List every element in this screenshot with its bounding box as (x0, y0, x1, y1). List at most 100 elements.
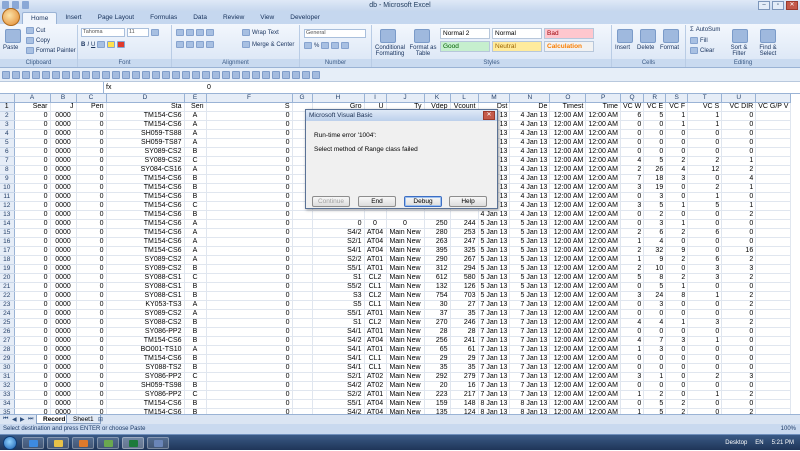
toolbar-icon[interactable] (312, 70, 320, 79)
column-header[interactable]: L (450, 94, 479, 103)
column-header[interactable]: T (687, 94, 723, 103)
cell[interactable]: 12:00 AM (549, 129, 587, 139)
cell[interactable]: 0 (643, 327, 667, 337)
last-sheet-icon[interactable]: ⏭ (28, 416, 33, 423)
cell[interactable]: Main New (386, 336, 425, 346)
cell[interactable]: 280 (424, 228, 451, 238)
taskbar-ie[interactable] (22, 437, 44, 449)
toolbar-icon[interactable] (232, 70, 240, 79)
cell[interactable]: 0 (206, 336, 293, 346)
cell[interactable]: 0 (206, 273, 293, 283)
cell[interactable]: 0000 (50, 390, 77, 400)
row-header[interactable]: 11 (0, 192, 15, 202)
cell[interactable]: 12 (687, 165, 723, 175)
cell[interactable]: 29 (424, 354, 451, 364)
cell[interactable]: 0 (206, 282, 293, 292)
cell[interactable] (755, 399, 792, 409)
decrease-decimal-icon[interactable] (341, 42, 350, 49)
cell[interactable]: S5/1 (312, 309, 365, 319)
cell[interactable]: S4/1 (312, 363, 365, 373)
header-cell[interactable]: VC S (687, 102, 723, 112)
cell[interactable]: 2 (721, 165, 757, 175)
row-header[interactable]: 14 (0, 219, 15, 229)
cell[interactable]: 0 (14, 201, 51, 211)
cell[interactable] (755, 183, 792, 193)
cell[interactable]: 703 (450, 291, 479, 301)
cell[interactable] (755, 363, 792, 373)
cell[interactable]: 2 (721, 210, 757, 220)
cell[interactable]: 7 Jan 13 (478, 363, 511, 373)
cell[interactable]: 7 Jan 13 (478, 390, 511, 400)
cell[interactable]: CL2 (364, 291, 387, 301)
borders-icon[interactable] (97, 41, 106, 48)
cell[interactable]: 395 (424, 246, 451, 256)
header-cell[interactable]: VC G/P V (755, 102, 792, 112)
column-header[interactable]: C (76, 94, 107, 103)
header-cell[interactable]: Timest (549, 102, 587, 112)
cell[interactable]: 0 (76, 363, 107, 373)
cell[interactable]: A (184, 138, 207, 148)
cell[interactable]: 0 (76, 201, 107, 211)
italic-button[interactable]: I (87, 42, 89, 48)
cell[interactable]: SY088-TS2 (106, 363, 185, 373)
cell[interactable] (364, 210, 387, 220)
cell[interactable]: 3 (620, 201, 645, 211)
cell[interactable]: 12:00 AM (585, 381, 621, 391)
column-header[interactable]: N (509, 94, 551, 103)
cell[interactable]: B (184, 291, 207, 301)
insert-cells-icon[interactable] (617, 29, 633, 43)
cell[interactable]: 18 (643, 174, 667, 184)
cell[interactable]: 0 (643, 363, 667, 373)
cell[interactable] (755, 237, 792, 247)
cell[interactable]: 1 (620, 390, 645, 400)
row-header[interactable]: 9 (0, 174, 15, 184)
cell[interactable]: 148 (450, 399, 479, 409)
cell[interactable] (292, 300, 313, 310)
cell[interactable]: 0 (206, 174, 293, 184)
cell[interactable]: 24 (643, 291, 667, 301)
toolbar-icon[interactable] (102, 70, 110, 79)
cell[interactable]: S2/2 (312, 390, 365, 400)
cell[interactable]: 0000 (50, 228, 77, 238)
cell[interactable]: 0 (206, 147, 293, 157)
cell[interactable]: 1 (643, 372, 667, 382)
cell[interactable]: 1 (721, 201, 757, 211)
cell[interactable] (755, 165, 792, 175)
cell[interactable]: 0 (665, 372, 689, 382)
cell[interactable]: 5 Jan 13 (509, 255, 551, 265)
cell[interactable]: B (184, 210, 207, 220)
cell[interactable] (755, 291, 792, 301)
cell[interactable]: 0 (620, 210, 645, 220)
cell[interactable]: SY089-CS2 (106, 156, 185, 166)
toolbar-icon[interactable] (132, 70, 140, 79)
tab-review[interactable]: Review (215, 12, 252, 24)
toolbar-icon[interactable] (52, 70, 60, 79)
row-header[interactable]: 5 (0, 138, 15, 148)
cell[interactable]: 12:00 AM (585, 309, 621, 319)
cell[interactable]: 754 (424, 291, 451, 301)
number-format-dropdown[interactable]: General (304, 29, 366, 38)
align-top-icon[interactable] (176, 29, 184, 36)
cell[interactable] (292, 336, 313, 346)
cell[interactable]: 12:00 AM (549, 219, 587, 229)
row-header[interactable]: 13 (0, 210, 15, 220)
cell[interactable]: 5 (643, 156, 667, 166)
cell[interactable]: 325 (450, 246, 479, 256)
cell[interactable]: 0 (620, 300, 645, 310)
cell[interactable]: 279 (450, 372, 479, 382)
cell[interactable]: 0 (643, 129, 667, 139)
format-cells-button[interactable]: Format (660, 45, 679, 51)
column-header[interactable]: D (106, 94, 185, 103)
cell[interactable]: 7 Jan 13 (478, 336, 511, 346)
cell[interactable]: 12:00 AM (549, 390, 587, 400)
cell[interactable] (755, 300, 792, 310)
cell[interactable]: 3 (643, 345, 667, 355)
cell[interactable]: 0 (721, 327, 757, 337)
toolbar-icon[interactable] (122, 70, 130, 79)
cell[interactable]: 12:00 AM (549, 282, 587, 292)
cell[interactable]: 5 Jan 13 (509, 282, 551, 292)
row-header[interactable]: 4 (0, 129, 15, 139)
cell[interactable]: 0 (643, 138, 667, 148)
cell[interactable]: Main New (386, 255, 425, 265)
redo-icon[interactable] (22, 1, 29, 9)
